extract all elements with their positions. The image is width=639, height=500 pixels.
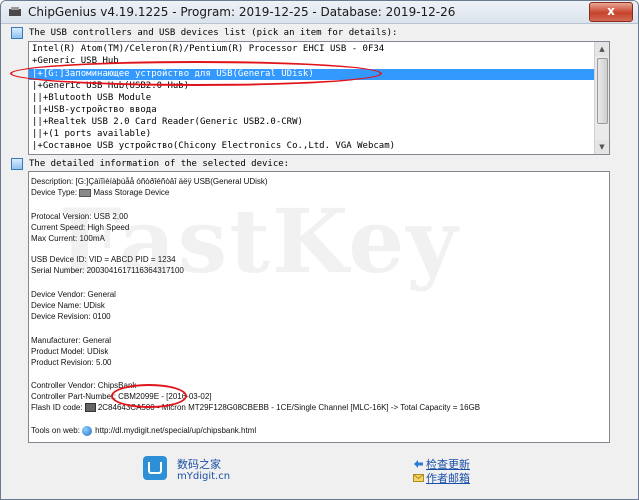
detail-tools-web: Tools on web: http://dl.mydigit.net/spec… bbox=[31, 425, 257, 436]
details-section-header: The detailed information of the selected… bbox=[29, 159, 290, 169]
author-email-link[interactable]: 作者邮箱 bbox=[426, 470, 470, 486]
chip-icon bbox=[84, 403, 96, 413]
close-button[interactable]: x bbox=[589, 2, 633, 22]
list-item[interactable]: |+Составное USB устройство(Chicony Elect… bbox=[32, 141, 395, 152]
detail-description: Description: [G:]Çàïîìèíàþùåå óñòðîéñòâî… bbox=[31, 177, 268, 186]
site-name-en[interactable]: mYdigit.cn bbox=[177, 471, 230, 482]
list-item[interactable]: ||+Blutooth USB Module bbox=[32, 93, 151, 104]
list-item-selected[interactable]: |+[G:]Запоминающее устройство для USB(Ge… bbox=[29, 69, 596, 80]
detail-device-revision: Device Revision: 0100 bbox=[31, 312, 111, 321]
app-window: ChipGenius v4.19.1225 - Program: 2019-12… bbox=[0, 0, 639, 500]
detail-device-type: Device Type: Mass Storage Device bbox=[31, 188, 170, 197]
scrollbar-thumb[interactable] bbox=[597, 58, 608, 124]
mail-icon bbox=[413, 474, 424, 482]
detail-product-revision: Product Revision: 5.00 bbox=[31, 358, 112, 367]
detail-manufacturer: Manufacturer: General bbox=[31, 336, 112, 345]
detail-flash-id: Flash ID code: 2C84643CA500 - Micron MT2… bbox=[31, 403, 481, 413]
list-item[interactable]: +Generic USB Hub bbox=[32, 56, 119, 67]
scroll-down-icon[interactable]: ▼ bbox=[595, 140, 609, 154]
list-item[interactable]: ||+USB-устройство ввода bbox=[32, 105, 157, 116]
globe-icon bbox=[82, 425, 93, 436]
list-item[interactable]: ||+Realtek USB 2.0 Card Reader(Generic U… bbox=[32, 117, 303, 128]
detail-device-name: Device Name: UDisk bbox=[31, 301, 105, 310]
details-section-icon bbox=[11, 158, 23, 170]
scroll-up-icon[interactable]: ▲ bbox=[595, 42, 609, 56]
site-name-cn[interactable]: 数码之家 bbox=[177, 456, 221, 472]
update-icon bbox=[414, 460, 423, 468]
usb-devices-list[interactable]: Intel(R) Atom(TM)/Celeron(R)/Pentium(R) … bbox=[28, 41, 610, 155]
list-item[interactable]: ||+(1 ports available) bbox=[32, 129, 151, 140]
detail-controller-vendor: Controller Vendor: ChipsBank bbox=[31, 381, 137, 390]
device-details-panel: Description: [G:]Çàïîìèíàþùåå óñòðîéñòâî… bbox=[28, 171, 610, 443]
detail-product-model: Product Model: UDisk bbox=[31, 347, 109, 356]
detail-max-current: Max Current: 100mA bbox=[31, 234, 105, 243]
devices-section-header: The USB controllers and USB devices list… bbox=[29, 28, 398, 38]
list-section-icon bbox=[11, 27, 23, 39]
list-item[interactable]: |+Generic USB Hub(USB2.0 Hub) bbox=[32, 81, 189, 92]
detail-serial: Serial Number: 2003041617116364317100 bbox=[31, 266, 184, 275]
usb-stick-icon bbox=[79, 188, 92, 197]
usb-app-icon bbox=[9, 7, 21, 16]
detail-controller-part: Controller Part-Number: CBM2099E - [2016… bbox=[31, 392, 212, 401]
title-bar[interactable]: ChipGenius v4.19.1225 - Program: 2019-12… bbox=[1, 1, 638, 24]
list-item[interactable]: Intel(R) Atom(TM)/Celeron(R)/Pentium(R) … bbox=[32, 44, 384, 55]
detail-vendor: Device Vendor: General bbox=[31, 290, 116, 299]
detail-speed: Current Speed: High Speed bbox=[31, 223, 130, 232]
window-title: ChipGenius v4.19.1225 - Program: 2019-12… bbox=[28, 5, 456, 19]
detail-device-id: USB Device ID: VID = ABCD PID = 1234 bbox=[31, 255, 176, 264]
mydigit-logo[interactable] bbox=[143, 456, 167, 480]
detail-protocol: Protocal Version: USB 2.00 bbox=[31, 212, 128, 221]
tools-web-link[interactable]: http://dl.mydigit.net/special/up/chipsba… bbox=[95, 426, 256, 435]
list-scrollbar[interactable]: ▲ ▼ bbox=[594, 42, 609, 154]
